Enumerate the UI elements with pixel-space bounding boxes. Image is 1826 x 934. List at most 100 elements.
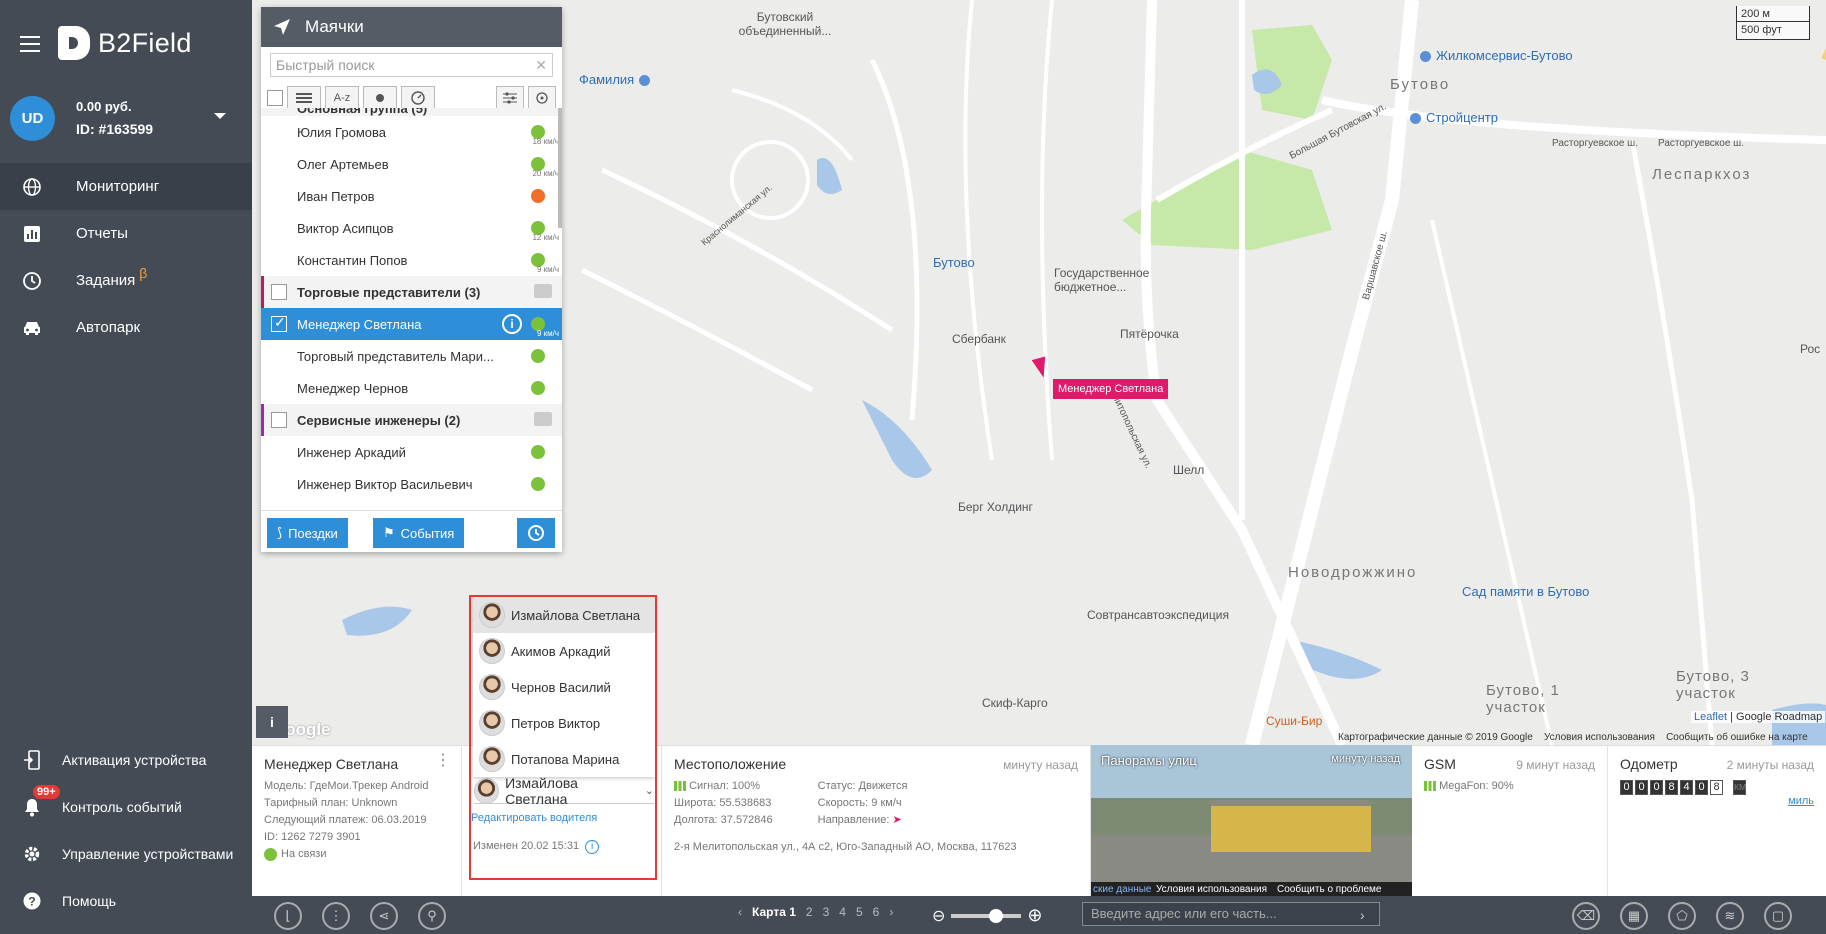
eraser-icon[interactable]: ⌫ xyxy=(1572,902,1600,930)
info-icon[interactable]: i xyxy=(502,314,522,334)
group-menu-icon[interactable] xyxy=(534,412,552,426)
user-account[interactable]: UD 0.00 руб. ID: #163599 xyxy=(10,96,246,146)
ruler-icon[interactable]: ⌊ xyxy=(274,902,302,930)
list-item[interactable]: Торговый представитель Мари... xyxy=(261,340,562,372)
map-tab[interactable]: 2 xyxy=(806,905,813,919)
list-item[interactable]: Менеджер Чернов xyxy=(261,372,562,404)
map-tab[interactable]: 6 xyxy=(873,905,880,919)
nav-item-device-management[interactable]: Управление устройствами xyxy=(0,830,252,877)
avatar: UD xyxy=(10,96,55,141)
menu-icon[interactable] xyxy=(20,36,40,52)
map-tab[interactable]: 5 xyxy=(856,905,863,919)
road xyxy=(1629,139,1715,745)
quick-search-input[interactable]: Быстрый поиск ✕ xyxy=(270,53,553,77)
map-pin-icon[interactable]: ⚲ xyxy=(418,902,446,930)
street-view-thumbnail[interactable]: Панорамы улиц минуту назад ские данные У… xyxy=(1091,745,1412,896)
list-item[interactable]: Юлия Громова 18 км/ч xyxy=(261,116,562,148)
poi-icon xyxy=(639,75,651,87)
zoom-out-icon[interactable]: ⊖ xyxy=(932,906,945,926)
scrollbar[interactable] xyxy=(558,108,562,228)
bar-chart-icon xyxy=(22,224,42,244)
filter-settings-button[interactable] xyxy=(496,85,524,110)
group-header[interactable]: Торговые представители (3) xyxy=(261,276,562,308)
group-menu-icon[interactable] xyxy=(534,284,552,298)
street-view-data-link[interactable]: ские данные xyxy=(1093,884,1152,895)
traffic-light-icon[interactable]: ⋮ xyxy=(322,902,350,930)
map-report-link[interactable]: Сообщить об ошибке на карте xyxy=(1666,732,1808,743)
street-view-report-link[interactable]: Сообщить о проблеме xyxy=(1277,884,1381,895)
signal-icon xyxy=(674,781,686,792)
history-button[interactable] xyxy=(517,518,555,548)
list-view-button[interactable] xyxy=(287,85,321,110)
nav-item-device-activation[interactable]: Активация устройства xyxy=(0,736,252,783)
next-map-icon[interactable]: › xyxy=(889,905,893,919)
poi-icon xyxy=(1420,51,1431,63)
sort-alpha-button[interactable]: A-z xyxy=(325,85,359,110)
group-header[interactable]: Сервисные инженеры (2) xyxy=(261,404,562,436)
status-filter-button[interactable] xyxy=(363,85,397,110)
fullscreen-icon[interactable]: ▢ xyxy=(1764,902,1792,930)
map-terms-link[interactable]: Условия использования xyxy=(1544,732,1655,743)
beacon-speed: 9 км/ч xyxy=(536,265,559,274)
share-icon[interactable]: ⋖ xyxy=(370,902,398,930)
go-arrow-icon[interactable]: › xyxy=(1360,907,1365,923)
speedometer-icon xyxy=(411,90,425,105)
gear-icon xyxy=(22,844,42,864)
speed-filter-button[interactable] xyxy=(401,85,435,110)
list-item[interactable]: Инженер Аркадий xyxy=(261,436,562,468)
map-tab[interactable]: 4 xyxy=(839,905,846,919)
street-view-title: Панорамы улиц xyxy=(1101,753,1197,768)
route-icon: ⟆ xyxy=(277,525,283,540)
map-label: Леспаркхоз xyxy=(1652,166,1752,183)
list-item-selected[interactable]: Менеджер Светлана i 9 км/ч xyxy=(261,308,562,340)
map-tab-current[interactable]: Карта 1 xyxy=(752,905,796,919)
list-item[interactable]: Иван Петров xyxy=(261,180,562,212)
bottom-nav: Активация устройства 99+ Контроль событи… xyxy=(0,736,252,924)
beacon-speed: 18 км/ч xyxy=(532,137,559,146)
account-balance: 0.00 руб. xyxy=(76,99,132,114)
locate-button[interactable] xyxy=(528,85,556,110)
vehicle-marker-label[interactable]: Менеджер Светлана xyxy=(1053,379,1169,399)
street-view-footer: ские данные Условия использования Сообщи… xyxy=(1091,882,1412,896)
group-checkbox[interactable] xyxy=(271,284,287,300)
zoom-in-icon[interactable]: ⊕ xyxy=(1027,905,1042,926)
polygon-icon[interactable]: ⬠ xyxy=(1668,902,1696,930)
building-image xyxy=(1211,800,1371,852)
nav-item-tasks[interactable]: Задания β xyxy=(0,257,252,304)
street-view-terms-link[interactable]: Условия использования xyxy=(1156,884,1267,895)
nav-item-event-control[interactable]: 99+ Контроль событий xyxy=(0,783,252,830)
clear-icon[interactable]: ✕ xyxy=(535,57,547,74)
map-label: Суши-Бир xyxy=(1266,714,1323,728)
brand-logo[interactable]: B2Field xyxy=(58,26,192,60)
row-checkbox[interactable] xyxy=(271,314,287,332)
odometer-digit: 0 xyxy=(1620,780,1633,795)
map-label: Бутово xyxy=(933,255,975,270)
address-search-input[interactable]: Введите адрес или его часть... xyxy=(1082,902,1380,926)
leaflet-link[interactable]: Leaflet xyxy=(1694,711,1727,723)
odometer-digit: 8 xyxy=(1710,780,1723,795)
list-item[interactable]: Олег Артемьев 20 км/ч xyxy=(261,148,562,180)
more-icon[interactable]: ⋮ xyxy=(435,753,451,769)
nav-item-monitoring[interactable]: Мониторинг xyxy=(0,163,252,210)
list-item[interactable]: Виктор Асипцов 12 км/ч xyxy=(261,212,562,244)
select-all-checkbox[interactable] xyxy=(267,89,283,106)
events-button[interactable]: ⚑ События xyxy=(373,518,465,548)
list-item[interactable]: Инженер Виктор Васильевич xyxy=(261,468,562,500)
chevron-down-icon[interactable] xyxy=(214,113,226,119)
odometer-unit-miles-link[interactable]: миль xyxy=(1620,793,1814,810)
map-info-button[interactable]: i xyxy=(256,706,288,738)
group-checkbox[interactable] xyxy=(271,412,287,428)
group-header[interactable]: Основная группа (5) xyxy=(261,108,562,116)
nav-item-label: Задания xyxy=(76,272,136,289)
layers-icon[interactable]: ≋ xyxy=(1716,902,1744,930)
prev-map-icon[interactable]: ‹ xyxy=(738,905,742,919)
nav-item-reports[interactable]: Отчеты xyxy=(0,210,252,257)
list-item[interactable]: Константин Попов 9 км/ч xyxy=(261,244,562,276)
map-tab[interactable]: 3 xyxy=(823,905,830,919)
trips-button[interactable]: ⟆ Поездки xyxy=(267,518,348,548)
building-icon[interactable]: ▦ xyxy=(1620,902,1648,930)
zoom-slider[interactable] xyxy=(951,908,1022,923)
nav-item-help[interactable]: ? Помощь xyxy=(0,877,252,924)
beacons-panel: Маячки Быстрый поиск ✕ A-z Основная груп… xyxy=(261,7,562,552)
nav-item-fleet[interactable]: Автопарк xyxy=(0,304,252,351)
